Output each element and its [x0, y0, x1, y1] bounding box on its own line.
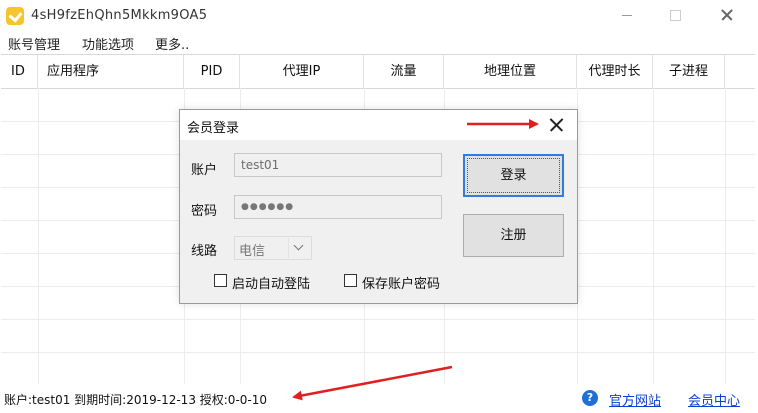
login-button[interactable]: 登录: [463, 154, 564, 197]
menu-bar: 账号管理 功能选项 更多..: [0, 31, 758, 53]
col-proxy-ip[interactable]: 代理IP: [240, 55, 364, 88]
col-id[interactable]: ID: [1, 55, 38, 88]
menu-more[interactable]: 更多..: [155, 34, 189, 53]
account-input[interactable]: test01: [234, 153, 442, 177]
line-select-value: 电信: [239, 244, 266, 259]
column-divider: [38, 88, 39, 385]
member-center-link[interactable]: 会员中心: [688, 390, 740, 409]
col-application[interactable]: 应用程序: [38, 55, 184, 88]
menu-features[interactable]: 功能选项: [82, 34, 134, 53]
col-location[interactable]: 地理位置: [444, 55, 577, 88]
table-header: ID 应用程序 PID 代理IP 流量 地理位置 代理时长 子进程: [1, 55, 755, 89]
account-status: 账户:test01 到期时间:2019-12-13 授权:0-0-10: [4, 393, 268, 407]
save-password-label: 保存账户密码: [362, 277, 441, 292]
check-badge-icon: [6, 7, 24, 25]
account-label: 账户: [191, 163, 218, 178]
dialog-title-bar: 会员登录: [180, 110, 577, 140]
line-label: 线路: [191, 244, 218, 259]
dialog-title: 会员登录: [187, 121, 240, 136]
save-password-checkbox[interactable]: [344, 274, 357, 287]
col-proxy-duration[interactable]: 代理时长: [577, 55, 653, 88]
status-bar: 账户:test01 到期时间:2019-12-13 授权:0-0-10 ? 官方…: [0, 384, 758, 413]
row-divider: [1, 352, 755, 353]
title-bar: 4sH9fzEhQhn5Mkkm9OA5: [0, 0, 758, 31]
auto-login-checkbox[interactable]: [214, 274, 227, 287]
maximize-button[interactable]: [660, 4, 690, 26]
column-divider: [653, 88, 654, 385]
chevron-down-icon: [288, 238, 309, 258]
official-site-link[interactable]: 官方网站: [609, 390, 661, 409]
help-icon[interactable]: ?: [582, 390, 598, 406]
column-divider: [725, 88, 726, 385]
line-select[interactable]: 电信: [234, 236, 312, 260]
col-traffic[interactable]: 流量: [364, 55, 444, 88]
window-title: 4sH9fzEhQhn5Mkkm9OA5: [31, 8, 208, 23]
menu-account[interactable]: 账号管理: [8, 34, 60, 53]
main-window: 4sH9fzEhQhn5Mkkm9OA5 账号管理 功能选项 更多.. ID 应…: [0, 0, 758, 413]
row-divider: [1, 319, 755, 320]
password-input[interactable]: ●●●●●●: [234, 195, 442, 219]
col-child-process[interactable]: 子进程: [653, 55, 725, 88]
close-icon[interactable]: [546, 114, 568, 136]
password-label: 密码: [191, 204, 218, 219]
close-window-button[interactable]: [712, 4, 742, 26]
col-pid[interactable]: PID: [184, 55, 240, 88]
auto-login-label: 启动自动登陆: [232, 277, 311, 292]
minimize-button[interactable]: [612, 4, 642, 26]
member-login-dialog: 会员登录 账户 test01 密码 ●●●●●● 线路 电信 登录 注册 启动自…: [179, 109, 578, 304]
register-button[interactable]: 注册: [463, 214, 564, 257]
